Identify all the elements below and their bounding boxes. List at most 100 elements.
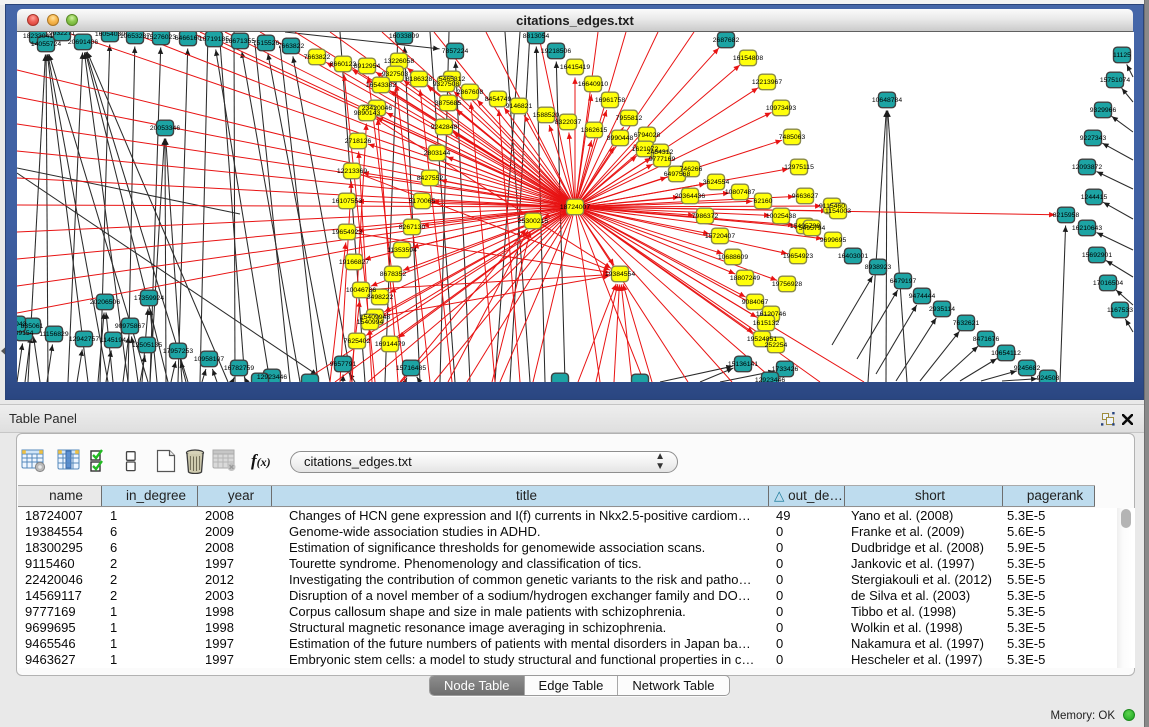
svg-text:17016504: 17016504 xyxy=(1093,280,1123,287)
svg-text:9474444: 9474444 xyxy=(909,293,936,300)
svg-text:16154808: 16154808 xyxy=(733,55,763,62)
svg-text:10688609: 10688609 xyxy=(718,254,748,261)
svg-text:19218506: 19218506 xyxy=(541,48,571,55)
svg-text:16033809: 16033809 xyxy=(389,33,419,40)
svg-text:20053346: 20053346 xyxy=(150,125,180,132)
svg-text:1167533: 1167533 xyxy=(1107,307,1133,314)
svg-text:7632621: 7632621 xyxy=(953,320,980,327)
svg-text:12093872: 12093872 xyxy=(1072,164,1102,171)
svg-text:1733426: 1733426 xyxy=(772,366,799,373)
svg-text:8678352: 8678352 xyxy=(380,271,407,278)
svg-text:12505135: 12505135 xyxy=(132,342,162,349)
svg-text:9327503: 9327503 xyxy=(382,71,409,78)
svg-text:83943: 83943 xyxy=(17,321,27,328)
svg-text:16671355: 16671355 xyxy=(225,38,255,45)
svg-text:2687682: 2687682 xyxy=(713,37,740,44)
svg-text:12923446: 12923446 xyxy=(755,377,785,382)
svg-text:15751074: 15751074 xyxy=(1100,77,1130,84)
svg-text:19654923: 19654923 xyxy=(332,229,362,236)
svg-text:10025438: 10025438 xyxy=(766,213,796,220)
svg-text:9245682: 9245682 xyxy=(1014,365,1041,372)
svg-text:7955812: 7955812 xyxy=(616,115,643,122)
svg-text:8471676: 8471676 xyxy=(973,336,1000,343)
svg-text:15720407: 15720407 xyxy=(705,233,735,240)
svg-text:1154003: 1154003 xyxy=(825,208,851,215)
svg-text:16210643: 16210643 xyxy=(1072,225,1102,232)
svg-text:9890143: 9890143 xyxy=(354,110,381,117)
svg-text:16403001: 16403001 xyxy=(838,253,868,260)
svg-text:1588520: 1588520 xyxy=(533,112,560,119)
svg-text:1145194: 1145194 xyxy=(100,337,126,344)
svg-text:9657791: 9657791 xyxy=(330,361,357,368)
svg-text:10807487: 10807487 xyxy=(725,189,755,196)
svg-text:7986372: 7986372 xyxy=(692,213,719,220)
svg-text:2718126: 2718126 xyxy=(345,138,372,145)
svg-text:9329966: 9329966 xyxy=(1090,107,1117,114)
svg-text:10958107: 10958107 xyxy=(194,356,224,363)
svg-text:3875685: 3875685 xyxy=(435,100,462,107)
svg-text:8322037: 8322037 xyxy=(555,119,582,126)
svg-text:3624554: 3624554 xyxy=(703,179,730,186)
svg-text:1244415: 1244415 xyxy=(1081,194,1108,201)
svg-text:9463627: 9463627 xyxy=(792,193,819,200)
svg-text:6466160: 6466160 xyxy=(175,35,202,42)
svg-text:9032271: 9032271 xyxy=(49,32,76,37)
svg-text:19654923: 19654923 xyxy=(783,253,813,260)
svg-text:39154: 39154 xyxy=(17,330,34,337)
svg-text:2454312: 2454312 xyxy=(647,149,674,156)
svg-text:6479197: 6479197 xyxy=(890,278,917,285)
svg-text:15716485: 15716485 xyxy=(396,365,426,372)
svg-text:7857224: 7857224 xyxy=(442,48,469,55)
svg-text:12942757: 12942757 xyxy=(69,336,99,343)
svg-text:2867608: 2867608 xyxy=(457,89,484,96)
svg-text:20206506: 20206506 xyxy=(90,299,120,306)
svg-text:12975115: 12975115 xyxy=(784,164,814,171)
svg-text:16415419: 16415419 xyxy=(560,64,590,71)
svg-text:20691406: 20691406 xyxy=(68,39,98,46)
svg-text:6794028: 6794028 xyxy=(634,132,661,139)
svg-text:90975867: 90975867 xyxy=(115,323,145,330)
svg-text:12213967: 12213967 xyxy=(752,79,782,86)
svg-text:7485063: 7485063 xyxy=(779,134,806,141)
svg-text:9227343: 9227343 xyxy=(1080,135,1107,142)
svg-text:9777169: 9777169 xyxy=(649,156,676,163)
svg-text:10654112: 10654112 xyxy=(991,350,1021,357)
svg-text:8660123: 8660123 xyxy=(330,61,357,68)
svg-text:12213369: 12213369 xyxy=(337,168,367,175)
svg-text:7625402: 7625402 xyxy=(344,338,371,345)
svg-text:11125: 11125 xyxy=(1113,52,1131,59)
svg-text:15136141: 15136141 xyxy=(728,361,758,368)
svg-text:18724007: 18724007 xyxy=(560,204,590,211)
svg-text:15692901: 15692901 xyxy=(1082,252,1112,259)
svg-text:9146821: 9146821 xyxy=(506,103,533,110)
svg-text:12923446: 12923446 xyxy=(257,374,287,381)
svg-text:16120746: 16120746 xyxy=(756,311,786,318)
svg-text:8938923: 8938923 xyxy=(865,264,892,271)
svg-text:8215958: 8215958 xyxy=(1053,212,1080,219)
svg-text:16782759: 16782759 xyxy=(224,365,254,372)
svg-text:7515526: 7515526 xyxy=(253,40,280,47)
svg-text:9327508: 9327508 xyxy=(433,81,460,88)
svg-text:8912954: 8912954 xyxy=(354,63,381,70)
svg-text:7663822: 7663822 xyxy=(304,54,331,61)
svg-text:252254: 252254 xyxy=(765,342,788,349)
svg-text:18807249: 18807249 xyxy=(730,275,760,282)
svg-text:19384554: 19384554 xyxy=(605,271,635,278)
svg-text:7663822: 7663822 xyxy=(278,43,305,50)
svg-text:19166827: 19166827 xyxy=(339,259,369,266)
svg-text:1540994: 1540994 xyxy=(357,319,384,326)
svg-text:16543382: 16543382 xyxy=(366,82,396,89)
svg-text:9699695: 9699695 xyxy=(820,237,847,244)
svg-text:16961758: 16961758 xyxy=(595,97,625,104)
svg-text:11353594: 11353594 xyxy=(387,247,417,254)
svg-text:11156829: 11156829 xyxy=(39,331,68,338)
svg-text:13226058: 13226058 xyxy=(384,58,414,65)
svg-text:8990448: 8990448 xyxy=(607,135,634,142)
svg-text:10648784: 10648784 xyxy=(872,97,902,104)
svg-text:62160: 62160 xyxy=(754,198,773,205)
svg-text:19756928: 19756928 xyxy=(772,281,802,288)
svg-text:8813054: 8813054 xyxy=(523,33,550,40)
svg-text:17359924: 17359924 xyxy=(134,295,164,302)
svg-text:2803144: 2803144 xyxy=(424,150,451,157)
svg-text:3498222: 3498222 xyxy=(367,294,394,301)
